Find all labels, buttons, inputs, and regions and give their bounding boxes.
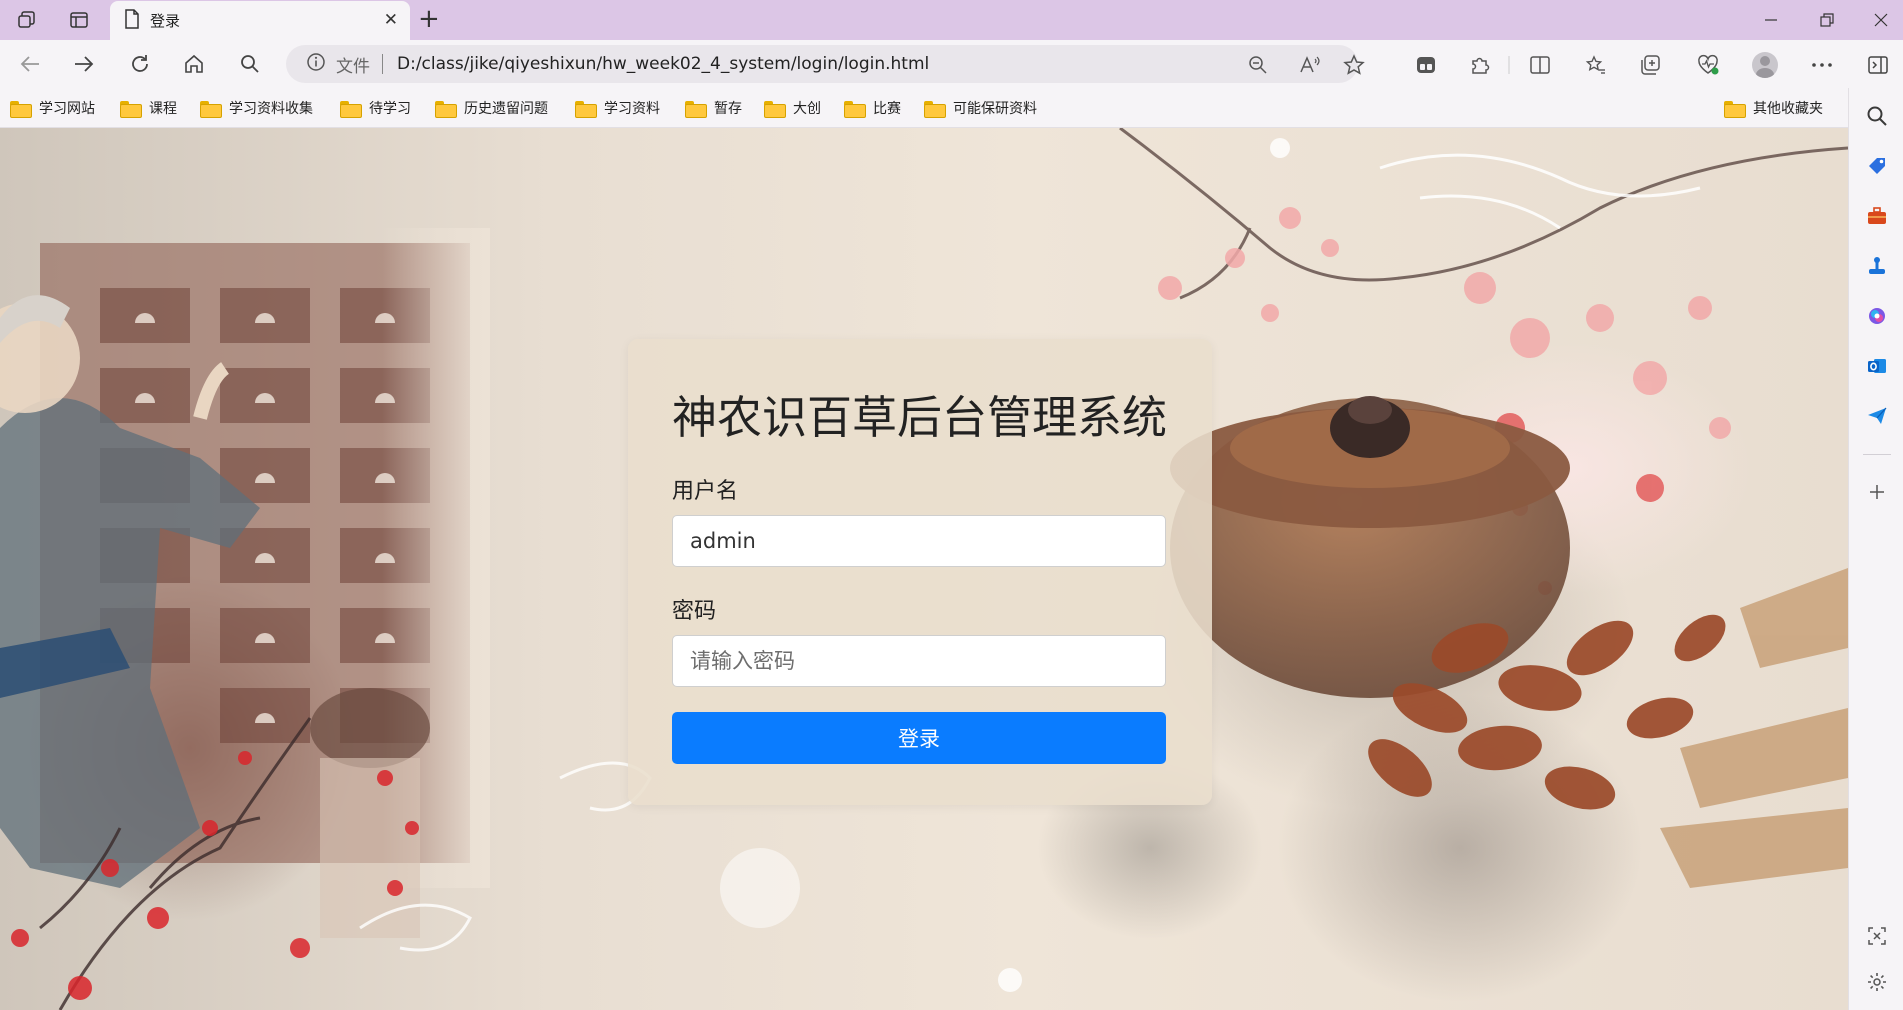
puzzle-extensions-icon[interactable] [1466,52,1494,78]
bookmark-label: 暂存 [714,101,742,117]
close-icon[interactable]: ✕ [384,11,398,29]
folder-icon [10,100,32,118]
sidebar-divider [1863,454,1891,455]
password-input[interactable] [672,635,1166,687]
security-label: 文件 [336,56,370,77]
bookmark-label: 其他收藏夹 [1753,101,1823,117]
toolbar-divider [1504,52,1514,78]
screenshot-icon[interactable] [1863,922,1891,950]
search-icon[interactable] [1863,102,1891,130]
sidebar-toggle-icon[interactable] [1864,52,1892,78]
info-icon[interactable] [306,52,326,76]
bookmark-folder[interactable]: 大创 [764,96,821,120]
folder-icon [575,100,597,118]
plus-icon[interactable]: + [418,6,440,32]
tab-bar: 登录 ✕ + [0,0,1903,40]
bookmark-folder[interactable]: 暂存 [685,96,742,120]
bookmark-label: 学习资料 [604,101,660,117]
add-icon[interactable] [1863,478,1891,506]
restore-icon[interactable] [1812,8,1842,32]
browser-essentials-icon[interactable] [1694,52,1722,78]
favorites-icon[interactable] [1582,52,1610,78]
copilot-icon[interactable] [1863,302,1891,330]
edge-sidebar [1848,88,1903,1010]
page-icon [124,8,140,33]
bookmark-label: 待学习 [369,101,411,117]
split-screen-icon[interactable] [1526,52,1554,78]
bookmark-label: 学习网站 [39,101,95,117]
login-card: 神农识百草后台管理系统 用户名 密码 登录 [628,339,1212,805]
bookmark-label: 历史遗留问题 [464,101,548,117]
forward-icon[interactable] [70,51,98,77]
folder-icon [844,100,866,118]
favorite-star-icon[interactable] [1342,54,1366,76]
username-input[interactable] [672,515,1166,567]
browser-toolbar: 文件 D:/class/jike/qiyeshixun/hw_week02_4_… [0,40,1903,88]
tag-icon[interactable] [1863,152,1891,180]
extension-app-icon[interactable] [1412,52,1440,78]
folder-icon [764,100,786,118]
login-button[interactable]: 登录 [672,712,1166,764]
games-icon[interactable] [1863,252,1891,280]
window-close-icon[interactable] [1866,8,1896,32]
minimize-icon[interactable] [1756,8,1786,32]
login-page: 神农识百草后台管理系统 用户名 密码 登录 [0,128,1848,1010]
settings-icon[interactable] [1863,968,1891,996]
url-text[interactable]: D:/class/jike/qiyeshixun/hw_week02_4_sys… [397,54,929,74]
bookmarks-bar: 学习网站 课程 学习资料收集 待学习 历史遗留问题 学习资料 暂存 大创 比赛 … [0,88,1848,128]
refresh-icon[interactable] [126,51,154,77]
folder-icon [1724,100,1746,118]
bookmark-folder[interactable]: 学习网站 [10,96,95,120]
username-label: 用户名 [672,479,739,504]
workspaces-icon[interactable] [14,8,40,32]
folder-icon [200,100,222,118]
search-icon[interactable] [236,51,264,77]
bookmark-folder[interactable]: 可能保研资料 [924,96,1037,120]
folder-icon [120,100,142,118]
folder-icon [435,100,457,118]
back-icon[interactable] [16,51,44,77]
bookmark-folder[interactable]: 比赛 [844,96,901,120]
bookmark-label: 学习资料收集 [229,101,313,117]
folder-icon [340,100,362,118]
active-tab[interactable]: 登录 ✕ [110,1,410,40]
other-bookmarks-folder[interactable]: 其他收藏夹 [1724,96,1823,120]
divider [382,54,383,74]
page-title: 神农识百草后台管理系统 [672,391,1168,444]
bookmark-label: 大创 [793,101,821,117]
bookmark-folder[interactable]: 学习资料收集 [200,96,313,120]
bookmark-folder[interactable]: 历史遗留问题 [435,96,548,120]
more-icon[interactable] [1808,52,1836,78]
bookmark-label: 可能保研资料 [953,101,1037,117]
address-bar[interactable]: 文件 D:/class/jike/qiyeshixun/hw_week02_4_… [286,45,1365,83]
outlook-icon[interactable] [1863,352,1891,380]
bookmark-folder[interactable]: 课程 [120,96,177,120]
folder-icon [685,100,707,118]
vertical-tabs-icon[interactable] [66,8,92,32]
folder-icon [924,100,946,118]
bookmark-label: 比赛 [873,101,901,117]
toolbox-icon[interactable] [1863,202,1891,230]
zoom-out-icon[interactable] [1246,54,1270,76]
collections-icon[interactable] [1636,52,1664,78]
read-aloud-icon[interactable] [1298,54,1322,76]
send-icon[interactable] [1863,402,1891,430]
password-label: 密码 [672,599,717,624]
tab-title: 登录 [150,12,181,30]
bookmark-folder[interactable]: 待学习 [340,96,411,120]
bookmark-label: 课程 [149,101,177,117]
home-icon[interactable] [180,51,208,77]
profile-avatar[interactable] [1752,52,1778,78]
bookmark-folder[interactable]: 学习资料 [575,96,660,120]
